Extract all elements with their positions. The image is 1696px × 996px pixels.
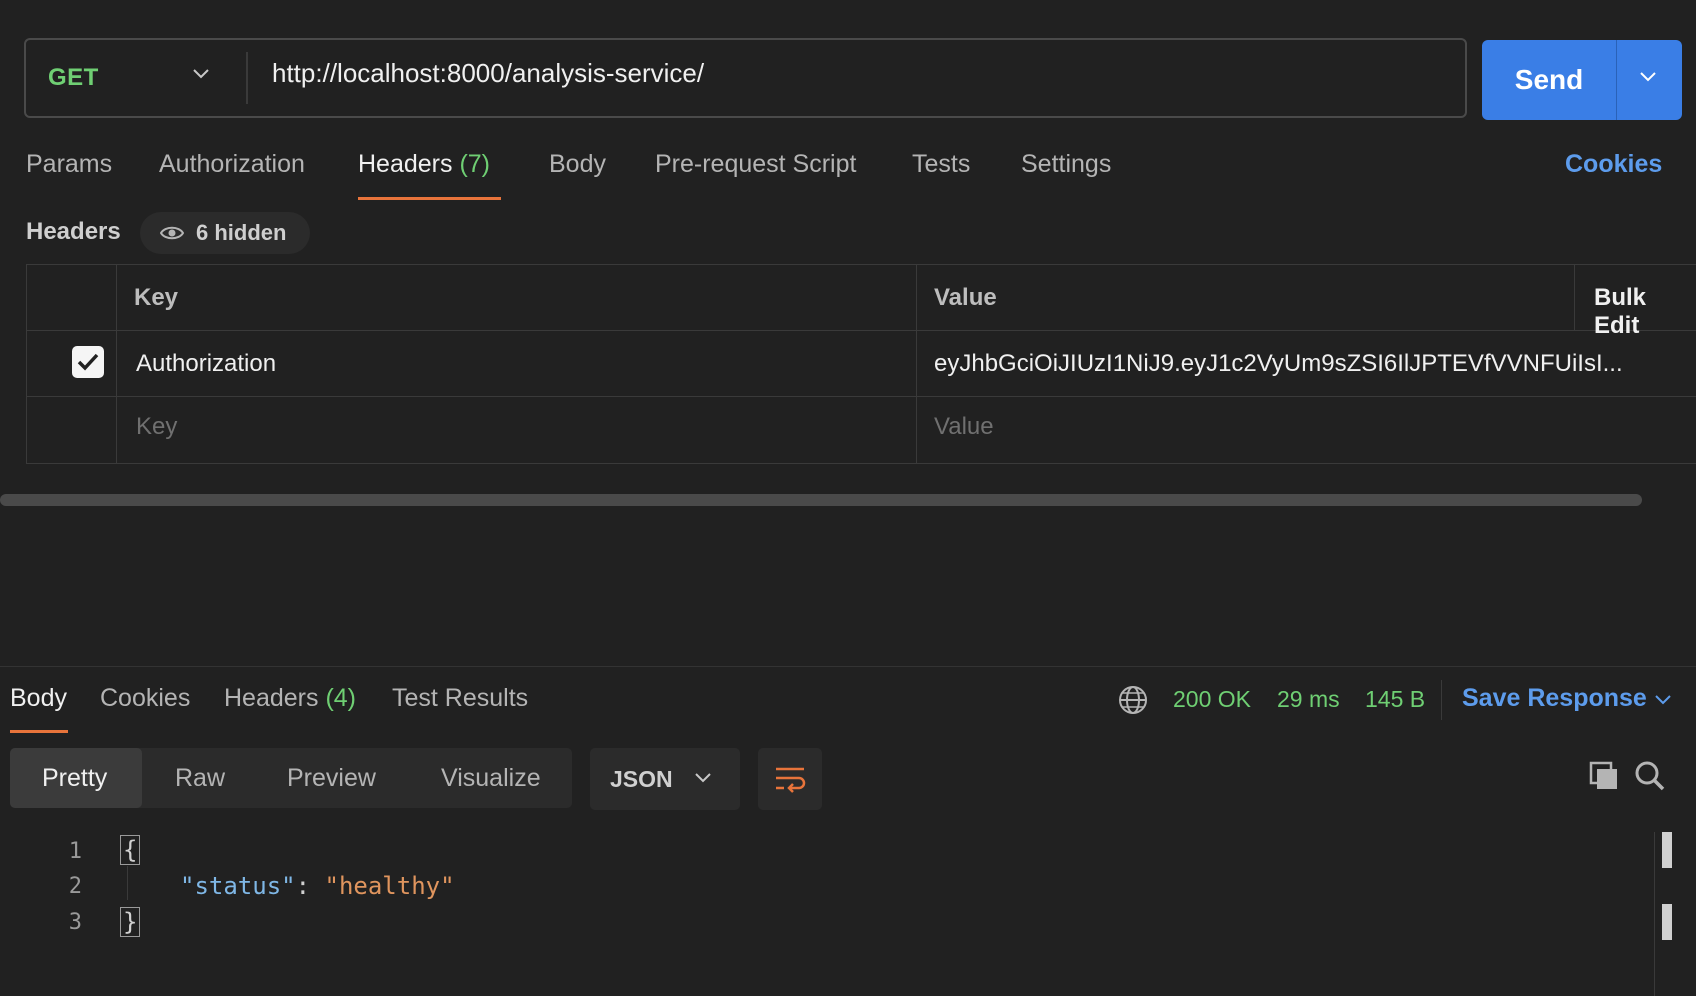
tab-response-cookies[interactable]: Cookies [100, 684, 190, 713]
checkmark-icon [77, 353, 99, 371]
table-divider [116, 264, 117, 464]
table-divider [916, 264, 917, 464]
response-size[interactable]: 145 B [1365, 686, 1425, 713]
url-divider [246, 52, 248, 104]
method-select[interactable]: GET [24, 38, 246, 118]
tab-count: (4) [325, 684, 357, 712]
tab-response-headers[interactable]: Headers (4) [224, 684, 356, 713]
tab-test-results[interactable]: Test Results [392, 684, 528, 713]
bulk-edit-button[interactable]: Bulk Edit [1594, 284, 1696, 340]
status-code[interactable]: 200 OK [1173, 686, 1251, 713]
code-close-brace[interactable]: } [120, 907, 141, 937]
save-response-button[interactable]: Save Response [1462, 684, 1647, 713]
url-input[interactable]: http://localhost:8000/analysis-service/ [272, 58, 704, 89]
response-time[interactable]: 29 ms [1277, 686, 1340, 713]
tab-response-body[interactable]: Body [10, 684, 67, 713]
column-header-key: Key [134, 284, 179, 311]
view-pretty[interactable]: Pretty [42, 764, 107, 793]
line-number: 3 [68, 910, 82, 935]
json-value: "healthy" [324, 872, 455, 900]
send-options-button[interactable] [1616, 40, 1682, 120]
status-divider [1441, 680, 1442, 720]
header-enabled-checkbox[interactable] [72, 346, 104, 378]
code-line-status[interactable]: "status": "healthy" [180, 872, 455, 900]
tab-label: Body [549, 150, 606, 178]
tab-count: (7) [459, 150, 491, 178]
header-value-cell[interactable]: eyJhbGciOiJIUzI1NiJ9.eyJ1c2VyUm9sZSI6IlJ… [934, 350, 1623, 378]
tab-label: Headers [358, 150, 453, 178]
tab-label: Headers [224, 684, 319, 712]
hidden-count: 6 hidden [196, 220, 287, 245]
indent-guide [127, 866, 128, 900]
line-number: 1 [68, 839, 82, 864]
tab-label: Settings [1021, 150, 1112, 178]
tab-label: Cookies [100, 684, 191, 712]
line-number: 2 [68, 874, 82, 899]
table-divider [1574, 264, 1575, 330]
new-key-input[interactable]: Key [136, 413, 177, 441]
view-raw[interactable]: Raw [175, 764, 225, 793]
tab-pre-request-script[interactable]: Pre-request Script [655, 150, 856, 179]
tab-label: Tests [912, 150, 971, 178]
headers-title: Headers [26, 218, 121, 245]
word-wrap-button[interactable] [758, 748, 822, 810]
table-divider [26, 330, 1696, 331]
format-label: JSON [610, 766, 673, 792]
tab-settings[interactable]: Settings [1021, 150, 1111, 179]
cookies-link[interactable]: Cookies [1565, 150, 1662, 179]
code-scrollbar-thumb[interactable] [1662, 904, 1672, 940]
chevron-down-icon [193, 69, 209, 79]
eye-icon [160, 226, 184, 240]
format-select[interactable]: JSON [590, 748, 740, 810]
chevron-down-icon [695, 773, 711, 783]
tab-label: Pre-request Script [655, 150, 857, 178]
search-icon[interactable] [1634, 760, 1666, 792]
code-scrollbar-thumb[interactable] [1662, 832, 1672, 868]
tab-authorization[interactable]: Authorization [159, 150, 305, 179]
tab-params[interactable]: Params [26, 150, 112, 179]
tab-label: Authorization [159, 150, 305, 178]
hidden-headers-toggle[interactable]: 6 hidden [140, 212, 310, 254]
view-preview[interactable]: Preview [287, 764, 376, 793]
tab-label: Test Results [392, 684, 529, 712]
tab-label: Params [26, 150, 113, 178]
json-colon: : [295, 872, 325, 900]
code-open-brace[interactable]: { [120, 835, 141, 865]
tab-tests[interactable]: Tests [912, 150, 970, 179]
method-label: GET [48, 64, 99, 91]
horizontal-scrollbar[interactable] [0, 494, 1642, 506]
column-header-value: Value [934, 284, 997, 311]
wrap-lines-icon [776, 767, 806, 793]
chevron-down-icon[interactable] [1654, 694, 1672, 706]
globe-icon[interactable] [1118, 685, 1148, 715]
pane-divider[interactable] [0, 666, 1696, 667]
table-divider [26, 396, 1696, 397]
header-key-cell[interactable]: Authorization [136, 350, 276, 378]
code-scrollbar-track [1654, 832, 1655, 996]
tab-body[interactable]: Body [549, 150, 606, 179]
brace: } [120, 907, 141, 937]
active-tab-indicator [358, 197, 501, 200]
send-button[interactable]: Send [1482, 40, 1616, 120]
json-key: "status" [180, 872, 296, 900]
copy-icon[interactable] [1588, 760, 1620, 792]
chevron-down-icon [1640, 72, 1656, 82]
active-tab-indicator [10, 730, 68, 733]
tab-headers[interactable]: Headers (7) [358, 150, 490, 179]
brace: { [120, 835, 141, 865]
view-visualize[interactable]: Visualize [441, 764, 541, 793]
tab-label: Body [10, 684, 67, 712]
new-value-input[interactable]: Value [934, 413, 994, 441]
